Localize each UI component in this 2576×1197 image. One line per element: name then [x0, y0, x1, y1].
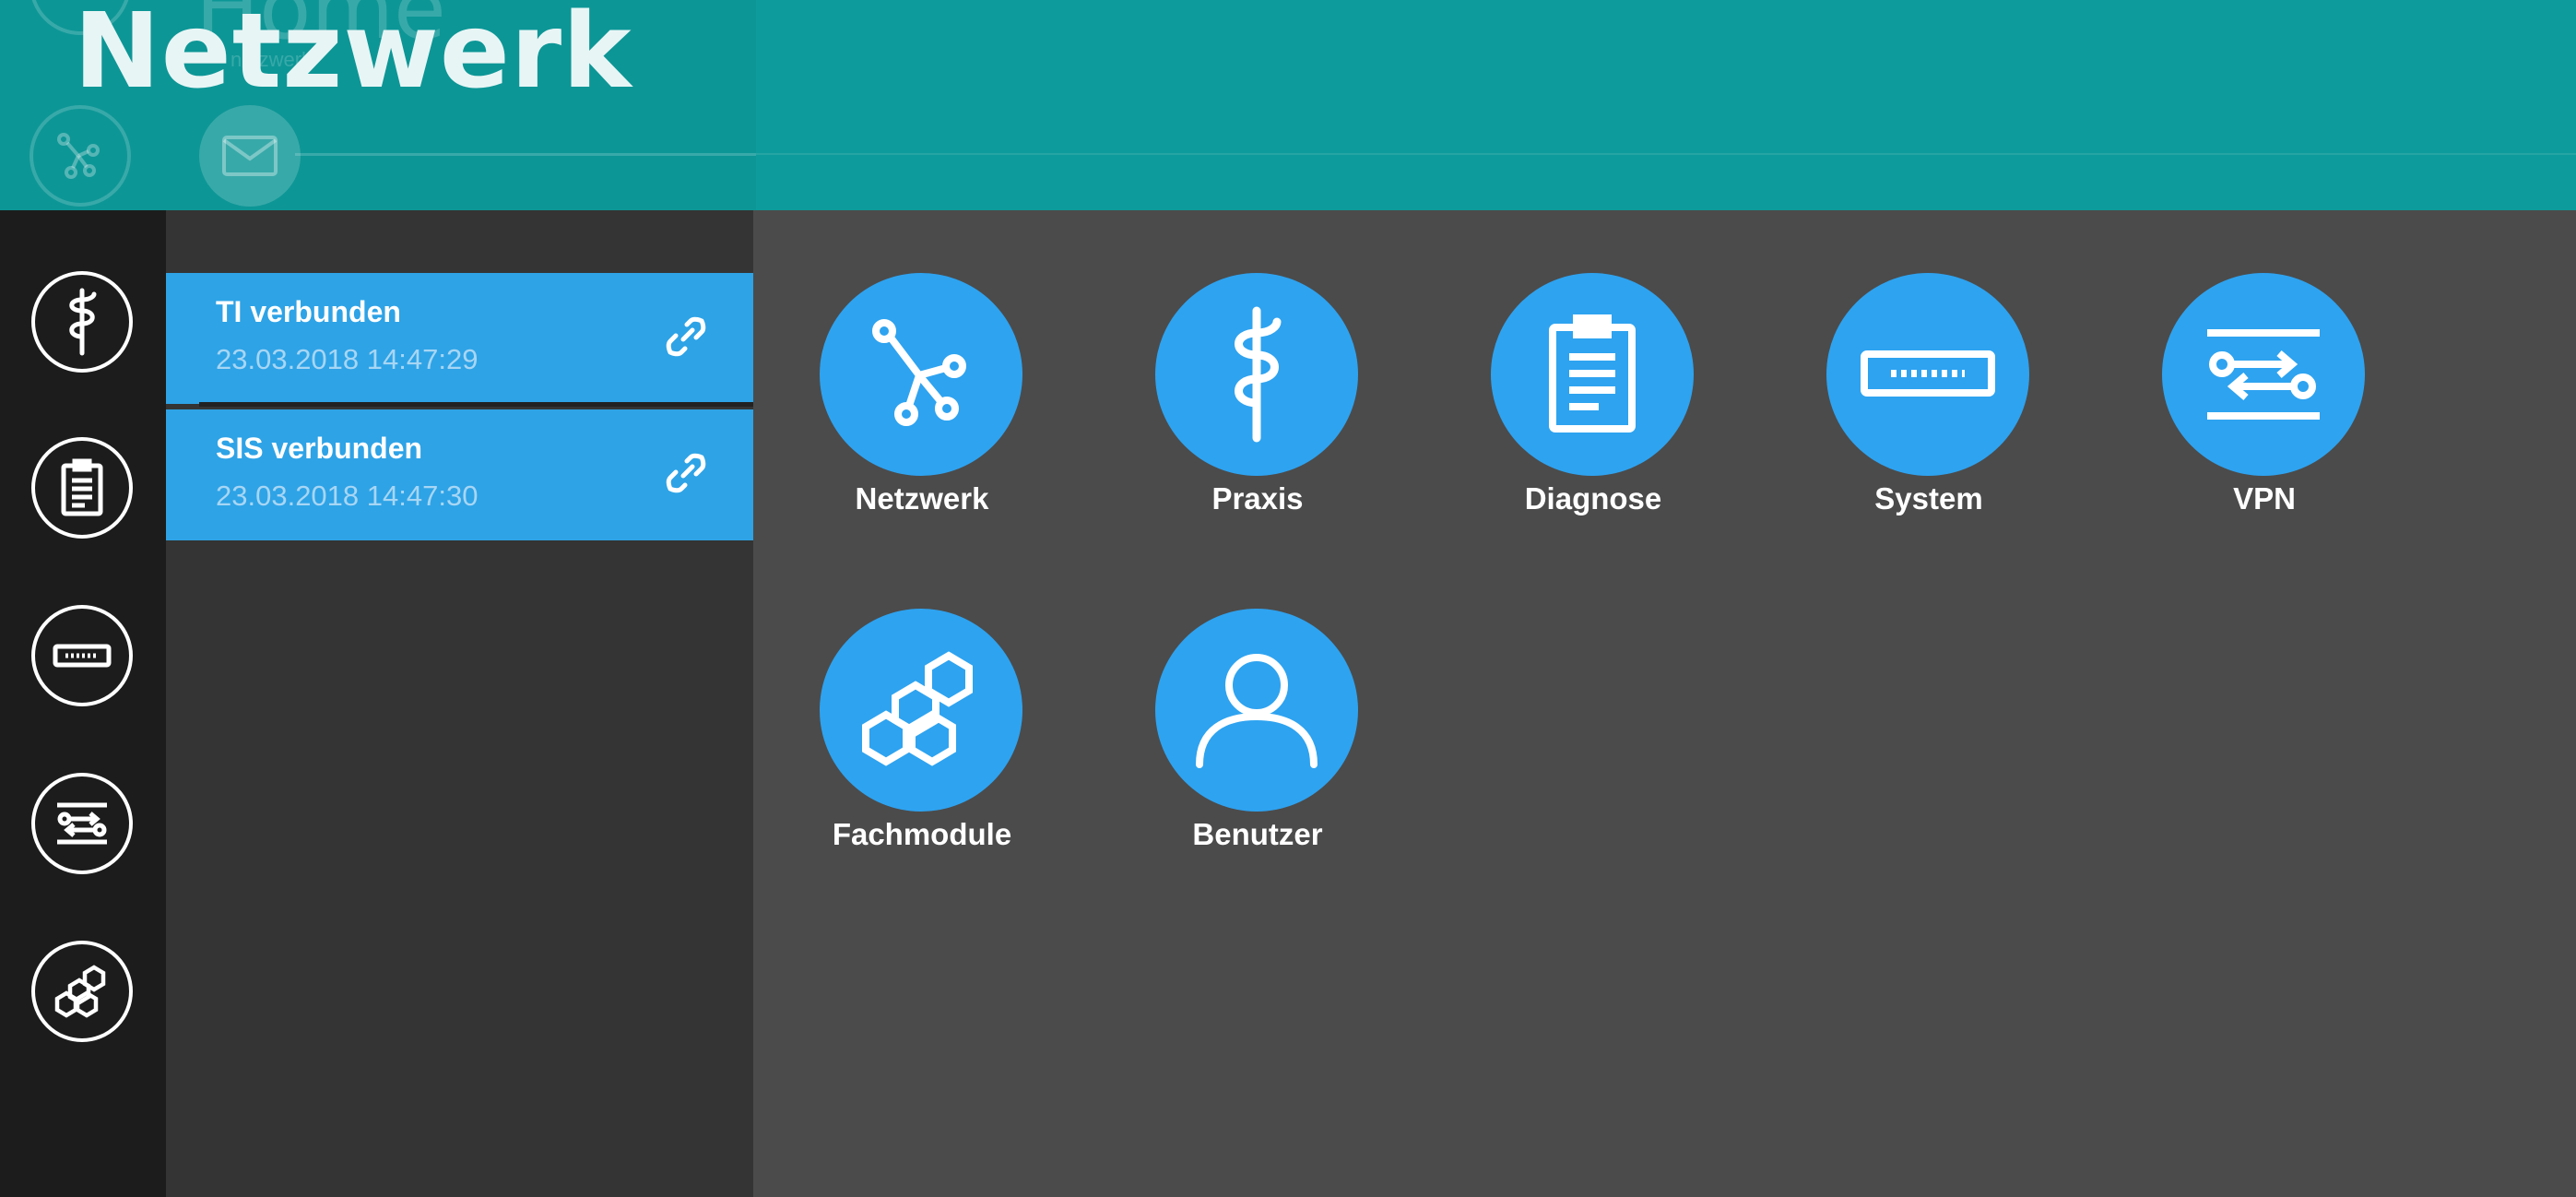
status-timestamp: 23.03.2018 14:47:30: [216, 480, 479, 512]
caduceus-icon: [69, 288, 97, 356]
status-item-ti[interactable]: TI verbunden 23.03.2018 14:47:29: [166, 273, 753, 404]
user-icon: [1196, 654, 1318, 768]
tile-label: VPN: [2233, 481, 2296, 516]
tile-praxis[interactable]: Praxis: [1152, 273, 1364, 550]
tile-circle: [1155, 609, 1358, 812]
vpn-icon: [2207, 329, 2320, 420]
hexagons-icon: [862, 651, 973, 766]
tile-circle: [820, 609, 1022, 812]
tile-vpn[interactable]: VPN: [2158, 273, 2370, 550]
tile-netzwerk[interactable]: Netzwerk: [816, 273, 1028, 550]
page-header: Home netzwerk Netzwerk: [0, 0, 2576, 210]
clipboard-icon: [1549, 314, 1636, 433]
tile-benutzer[interactable]: Benutzer: [1152, 609, 1364, 885]
vpn-icon: [57, 802, 107, 845]
sidebar-item-fachmodule[interactable]: [31, 941, 133, 1042]
clipboard-icon: [61, 458, 103, 516]
tile-fachmodule[interactable]: Fachmodule: [816, 609, 1028, 885]
tile-circle: [1491, 273, 1694, 476]
status-item-sis[interactable]: SIS verbunden 23.03.2018 14:47:30: [166, 409, 753, 540]
status-timestamp: 23.03.2018 14:47:29: [216, 343, 479, 375]
status-title: SIS verbunden: [216, 432, 423, 465]
sidebar-item-vpn[interactable]: [31, 773, 133, 874]
tile-label: Netzwerk: [855, 481, 989, 516]
tile-label: System: [1874, 481, 1983, 516]
hexagons-icon: [54, 965, 106, 1018]
tile-label: Benutzer: [1192, 817, 1323, 851]
tile-system[interactable]: System: [1823, 273, 2035, 550]
link-icon: [666, 453, 706, 493]
tile-diagnose[interactable]: Diagnose: [1487, 273, 1699, 550]
link-icon: [666, 316, 706, 357]
tile-circle: [820, 273, 1022, 476]
status-divider: [199, 402, 753, 407]
tile-circle: [1826, 273, 2029, 476]
network-icon: [872, 319, 966, 426]
header-divider: [295, 153, 756, 156]
tile-label: Diagnose: [1524, 481, 1662, 516]
icon-sidebar: [0, 210, 166, 1197]
tile-circle: [1155, 273, 1358, 476]
status-title: TI verbunden: [216, 295, 401, 328]
tile-label: Fachmodule: [832, 817, 1012, 851]
router-icon: [53, 644, 112, 668]
router-icon: [1861, 350, 1995, 397]
sidebar-item-diagnose[interactable]: [31, 437, 133, 539]
tile-label: Praxis: [1211, 481, 1304, 516]
page-title: Netzwerk: [74, 0, 632, 112]
caduceus-icon: [1235, 306, 1282, 443]
header-mail-icon[interactable]: [199, 105, 301, 207]
main-tiles: Netzwerk Praxis Diagnose System VPN Fach…: [753, 210, 2576, 1197]
sidebar-item-praxis[interactable]: [31, 271, 133, 373]
header-network-icon[interactable]: [30, 105, 131, 207]
header-divider-faint: [756, 153, 2576, 155]
tile-circle: [2162, 273, 2365, 476]
sidebar-item-system[interactable]: [31, 605, 133, 706]
status-panel: TI verbunden 23.03.2018 14:47:29 SIS ver…: [166, 210, 753, 1197]
